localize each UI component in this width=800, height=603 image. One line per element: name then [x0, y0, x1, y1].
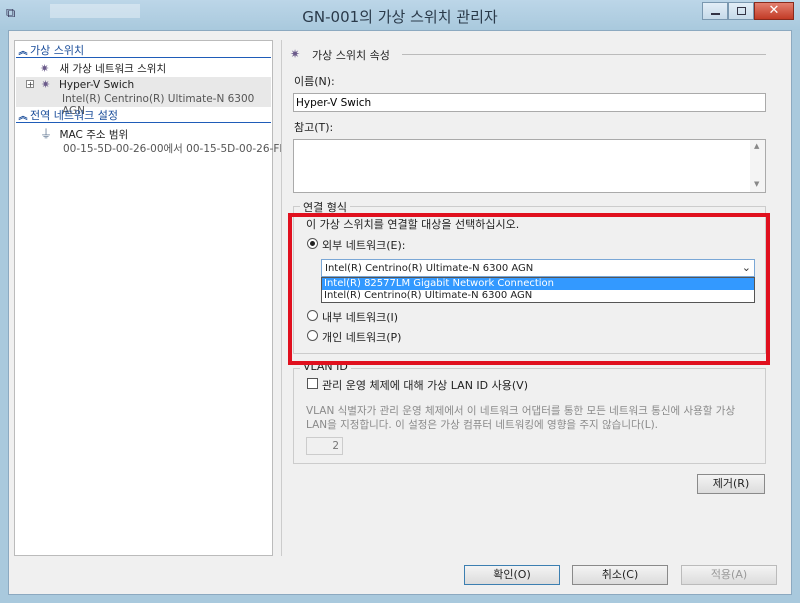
scroll-down-icon[interactable]: ▼: [754, 180, 759, 188]
title-bar: ⧉ GN-001의 가상 스위치 관리자 ✕: [0, 0, 800, 30]
collapse-chevron-icon: ︽: [18, 112, 28, 122]
minimize-icon: [711, 13, 720, 15]
vlan-description: VLAN 식별자가 관리 운영 체제에서 이 네트워크 어댑터를 통한 모든 네…: [306, 405, 736, 431]
global-settings-header[interactable]: ︽ 전역 네트워크 설정: [16, 108, 271, 123]
highlight-annotation: [288, 213, 770, 365]
name-label: 이름(N):: [294, 75, 335, 88]
switch-tree-item[interactable]: + ✷ Hyper-V Swich Intel(R) Centrino(R) U…: [16, 77, 271, 117]
network-switch-icon: ✷: [41, 78, 51, 91]
scroll-up-icon[interactable]: ▲: [754, 142, 759, 150]
collapse-chevron-icon: ︽: [18, 47, 28, 57]
apply-button[interactable]: 적용(A): [681, 565, 777, 585]
name-input[interactable]: [293, 93, 766, 112]
section-title: 가상 스위치 속성: [312, 49, 390, 62]
new-switch-item[interactable]: ✷ 새 가상 네트워크 스위치: [40, 61, 166, 76]
virtual-switches-header[interactable]: ︽ 가상 스위치: [16, 43, 271, 58]
notes-textarea[interactable]: ▲ ▼: [293, 139, 766, 193]
network-switch-icon: ✷: [290, 47, 301, 61]
network-switch-icon: ✷: [40, 62, 50, 75]
network-plug-icon: ⏚: [40, 127, 53, 141]
vlan-checkbox-label: 관리 운영 체제에 대해 가상 LAN ID 사용(V): [322, 379, 528, 392]
ok-button[interactable]: 확인(O): [464, 565, 560, 585]
maximize-button[interactable]: [728, 2, 754, 20]
expand-icon[interactable]: +: [26, 80, 34, 89]
vlan-id-input[interactable]: 2: [306, 437, 343, 455]
notes-label: 참고(T):: [294, 121, 334, 134]
vlan-checkbox[interactable]: [307, 378, 318, 389]
section-divider: [402, 54, 766, 55]
notes-scrollbar[interactable]: ▲ ▼: [750, 140, 765, 192]
mac-range-value: 00-15-5D-00-26-00에서 00-15-5D-00-26-FF: [63, 143, 286, 155]
mac-range-item[interactable]: ⏚ MAC 주소 범위: [40, 125, 128, 142]
window-title: GN-001의 가상 스위치 관리자: [302, 8, 498, 26]
close-button[interactable]: ✕: [754, 2, 794, 20]
cancel-button[interactable]: 취소(C): [572, 565, 668, 585]
maximize-icon: [737, 7, 746, 15]
minimize-button[interactable]: [702, 2, 728, 20]
remove-button[interactable]: 제거(R): [697, 474, 765, 494]
close-icon: ✕: [768, 3, 780, 18]
switch-name: Hyper-V Swich: [59, 79, 135, 91]
